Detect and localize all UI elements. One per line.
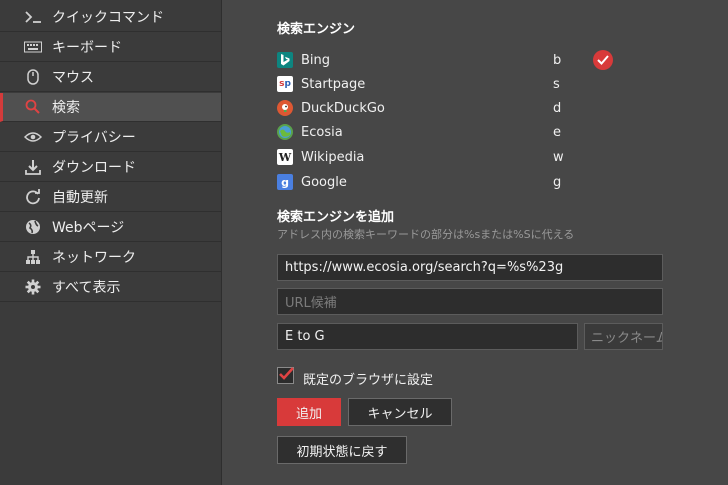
sidebar-item-label: プライバシー [52,130,136,146]
sidebar-item-auto-update[interactable]: 自動更新 [0,183,221,212]
engine-name: Google [301,174,347,190]
network-icon [24,248,42,266]
engine-nickname-input[interactable]: ニックネーム [584,323,663,350]
search-engines-heading: 検索エンジン [277,22,356,37]
cancel-button[interactable]: キャンセル [348,398,452,426]
checkmark-icon [279,367,294,380]
duckduckgo-logo-icon [277,100,293,116]
sidebar-item-mouse[interactable]: マウス [0,63,221,92]
engine-row-duckduckgo[interactable]: DuckDuckGo d [277,98,617,118]
engine-row-startpage[interactable]: sp Startpage s [277,74,617,94]
engine-name: Wikipedia [301,149,365,165]
gear-icon [24,278,42,296]
sidebar-item-label: すべて表示 [52,280,121,296]
sidebar-item-webpages[interactable]: Webページ [0,213,221,242]
bing-logo-icon [277,52,293,68]
engine-url-input[interactable]: https://www.ecosia.org/search?q=%s%23g [277,254,663,281]
add-engine-hint: アドレス内の検索キーワードの部分は%sまたは%Sに代える [277,228,575,241]
sidebar-item-label: クイックコマンド [52,10,164,26]
eye-icon [24,128,42,146]
sidebar-item-label: キーボード [52,40,122,56]
search-icon [24,98,42,116]
engine-name: Ecosia [301,124,343,140]
engine-key: s [553,76,560,92]
globe-icon [24,218,42,236]
engine-row-wikipedia[interactable]: W Wikipedia w [277,147,617,167]
ecosia-logo-icon [277,124,293,140]
sidebar-item-label: ネットワーク [52,250,136,266]
url-suggest-input[interactable]: URL候補 [277,288,663,315]
engine-row-ecosia[interactable]: Ecosia e [277,122,617,142]
refresh-icon [24,188,42,206]
google-logo-icon: g [277,174,293,190]
reset-defaults-button[interactable]: 初期状態に戻す [277,436,407,464]
engine-key: w [553,149,564,165]
sidebar-item-keyboard[interactable]: キーボード [0,33,221,62]
sidebar-item-label: 自動更新 [52,190,108,206]
engine-row-bing[interactable]: Bing b [277,50,617,70]
default-check-icon [593,50,613,70]
sidebar-item-label: ダウンロード [52,160,136,176]
download-icon [24,158,42,176]
engine-key: e [553,124,561,140]
engine-row-google[interactable]: g Google g [277,172,617,192]
settings-sidebar: クイックコマンド キーボード マウス 検索 プライバシー ダウンロード 自動更新… [0,0,222,485]
engine-name: Bing [301,52,331,68]
sidebar-item-label: 検索 [52,100,80,116]
add-button[interactable]: 追加 [277,398,341,426]
set-default-checkbox[interactable] [277,367,294,384]
engine-key: g [553,174,562,190]
sidebar-item-quick-commands[interactable]: クイックコマンド [0,3,221,32]
wikipedia-logo-icon: W [277,149,293,165]
engine-key: d [553,100,562,116]
sidebar-item-downloads[interactable]: ダウンロード [0,153,221,182]
set-default-label: 既定のブラウザに設定 [303,373,434,388]
sidebar-item-show-all[interactable]: すべて表示 [0,273,221,302]
engine-key: b [553,52,562,68]
keyboard-icon [24,38,42,56]
sidebar-item-label: Webページ [52,220,125,236]
startpage-logo-icon: sp [277,76,293,92]
engine-name-input[interactable]: E to G [277,323,578,350]
add-engine-heading: 検索エンジンを追加 [277,210,395,225]
sidebar-item-privacy[interactable]: プライバシー [0,123,221,152]
quick-command-icon [24,8,42,26]
sidebar-item-network[interactable]: ネットワーク [0,243,221,272]
sidebar-item-search[interactable]: 検索 [0,93,221,122]
engine-name: DuckDuckGo [301,100,385,116]
mouse-icon [24,68,42,86]
sidebar-item-label: マウス [52,70,94,86]
engine-name: Startpage [301,76,366,92]
